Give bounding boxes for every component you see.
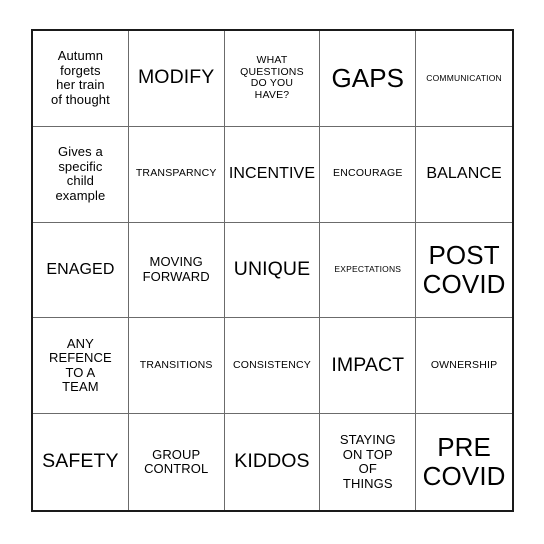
bingo-cell-label: PRE COVID [422,431,506,492]
bingo-cell-label: MODIFY [137,66,215,89]
bingo-cell-label: COMMUNICATION [426,72,502,83]
bingo-cell-label: STAYING ON TOP OF THINGS [339,432,396,491]
bingo-cell[interactable]: EXPECTATIONS [320,222,417,319]
bingo-cell[interactable]: TRANSPARNCY [128,126,225,223]
bingo-cell[interactable]: OWNERSHIP [416,318,512,415]
bingo-cell-label: EXPECTATIONS [334,264,402,275]
bingo-cell-label: ANY REFENCE TO A TEAM [48,335,112,395]
bingo-cell[interactable]: UNIQUE [224,222,321,319]
bingo-cell[interactable]: MOVING FORWARD [128,222,225,319]
bingo-cell-label: GROUP CONTROL [144,446,209,477]
bingo-cell[interactable]: PRE COVID [416,414,512,510]
bingo-cell[interactable]: TRANSITIONS [128,318,225,415]
bingo-cell-label: IMPACT [331,353,405,376]
bingo-cell[interactable]: WHAT QUESTIONS DO YOU HAVE? [224,31,321,127]
bingo-cell[interactable]: COMMUNICATION [416,31,512,127]
bingo-cell[interactable]: Autumn forgets her train of thought [33,31,129,127]
bingo-cell[interactable]: STAYING ON TOP OF THINGS [320,414,417,510]
bingo-cell-label: TRANSPARNCY [135,167,217,180]
bingo-cell-label: ENCOURAGE [333,167,403,180]
bingo-cell-label: UNIQUE [233,258,311,281]
bingo-cell-label: WHAT QUESTIONS DO YOU HAVE? [240,53,304,102]
bingo-cell[interactable]: ENCOURAGE [320,126,417,223]
bingo-cell-label: KIDDOS [234,450,310,473]
bingo-cell[interactable]: MODIFY [128,31,225,127]
bingo-cell[interactable]: ENAGED [33,222,129,319]
bingo-cell[interactable]: POST COVID [416,222,512,319]
bingo-cell-label: ENAGED [46,261,115,279]
bingo-cell-label: CONSISTENCY [232,358,312,371]
bingo-cell-label: BALANCE [426,165,502,183]
bingo-cell-label: MOVING FORWARD [142,254,210,284]
bingo-cell-label: SAFETY [42,450,119,473]
bingo-cell-label: OWNERSHIP [430,358,498,371]
bingo-cell[interactable]: INCENTIVE [224,126,321,223]
bingo-cell[interactable]: GROUP CONTROL [128,414,225,510]
bingo-cell[interactable]: Gives a specific child example [33,126,129,223]
bingo-cell-label: GAPS [331,62,405,93]
bingo-cell[interactable]: IMPACT [320,318,417,415]
bingo-cell-label: Gives a specific child example [55,144,106,203]
bingo-cell-label: TRANSITIONS [139,358,213,371]
bingo-cell-label: INCENTIVE [228,165,316,183]
bingo-cell[interactable]: ANY REFENCE TO A TEAM [33,318,129,415]
bingo-cell[interactable]: SAFETY [33,414,129,510]
bingo-cell[interactable]: KIDDOS [224,414,321,510]
bingo-cell-label: POST COVID [422,239,506,299]
bingo-cell[interactable]: GAPS [320,31,417,127]
bingo-cell[interactable]: CONSISTENCY [224,318,321,415]
bingo-card-grid: Autumn forgets her train of thought MODIF… [31,29,514,512]
bingo-cell-label: Autumn forgets her train of thought [50,48,110,107]
bingo-cell[interactable]: BALANCE [416,126,512,223]
